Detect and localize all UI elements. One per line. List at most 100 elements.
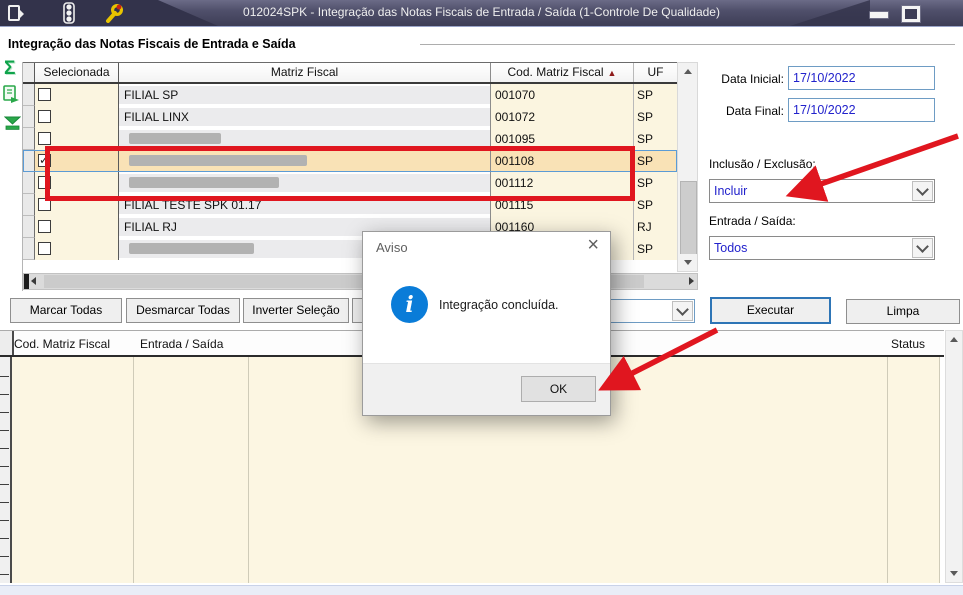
matriz-fiscal-cell: FILIAL SP: [119, 84, 491, 106]
row-indicator[interactable]: [23, 106, 35, 128]
matriz-fiscal-value: FILIAL LINX: [124, 110, 189, 124]
row-checkbox[interactable]: [38, 132, 51, 145]
row-indicator[interactable]: [23, 172, 35, 194]
entrada-saida-label: Entrada / Saída:: [709, 214, 796, 228]
column-header-selecionada[interactable]: Selecionada: [35, 63, 119, 82]
row-checkbox[interactable]: [38, 242, 51, 255]
matriz-fiscal-cell: FILIAL LINX: [119, 106, 491, 128]
row-indicator[interactable]: [23, 128, 35, 150]
selecionada-cell: [35, 172, 119, 194]
maximize-button[interactable]: [901, 5, 921, 23]
selecionada-cell: [35, 216, 119, 238]
matriz-fiscal-cell: [119, 172, 491, 194]
minimize-button[interactable]: [869, 11, 889, 19]
sum-icon[interactable]: Σ: [4, 58, 15, 80]
selecionada-cell: [35, 150, 119, 172]
column-divider: [939, 357, 940, 583]
table-row[interactable]: 001095 SP: [23, 128, 677, 150]
scroll-down-button[interactable]: [946, 565, 962, 582]
row-checkbox[interactable]: [38, 198, 51, 211]
column-header-cod-label: Cod. Matriz Fiscal: [507, 65, 604, 79]
column-header-entrada-saida[interactable]: Entrada / Saída: [140, 337, 223, 351]
column-header-status[interactable]: Status: [891, 337, 925, 351]
close-icon[interactable]: ×: [587, 234, 599, 257]
table-row[interactable]: FILIAL SP 001070 SP: [23, 84, 677, 106]
row-checkbox[interactable]: [38, 176, 51, 189]
redacted-text: [129, 243, 254, 254]
matriz-fiscal-cell: FILIAL TESTE SPK 01.17: [119, 194, 491, 216]
data-final-input[interactable]: 17/10/2022: [788, 98, 935, 122]
data-final-label: Data Final:: [725, 104, 784, 118]
row-checkbox[interactable]: [38, 153, 51, 167]
row-indicator[interactable]: [23, 150, 35, 172]
row-indicator[interactable]: [23, 84, 35, 106]
table-row[interactable]: 001112 SP: [23, 172, 677, 194]
bottom-scrollbar-strip[interactable]: [0, 585, 963, 595]
vertical-scrollbar[interactable]: [677, 62, 698, 272]
table-header-row: Selecionada Matriz Fiscal Cod. Matriz Fi…: [23, 62, 677, 84]
table-row[interactable]: FILIAL TESTE SPK 01.17 001115 SP: [23, 194, 677, 216]
row-checkbox[interactable]: [38, 88, 51, 101]
inclusao-exclusao-select[interactable]: Incluir: [709, 179, 935, 203]
matriz-fiscal-value: FILIAL SP: [124, 88, 179, 102]
marcar-todas-button[interactable]: Marcar Todas: [10, 298, 122, 323]
cod-matriz-cell: 001112: [491, 172, 634, 194]
column-divider: [133, 357, 134, 583]
matriz-fiscal-cell: [119, 128, 491, 150]
limpa-button[interactable]: Limpa: [846, 299, 960, 324]
header-gutter: [0, 331, 14, 355]
inverter-selecao-button[interactable]: Inverter Seleção: [243, 298, 349, 323]
column-header-cod-matriz[interactable]: Cod. Matriz Fiscal: [14, 337, 110, 351]
uf-cell: SP: [634, 172, 677, 194]
ok-button[interactable]: OK: [521, 376, 596, 402]
export-copy-icon[interactable]: [2, 85, 22, 108]
row-checkbox[interactable]: [38, 110, 51, 123]
scroll-up-button[interactable]: [946, 331, 962, 348]
matriz-fiscal-value: FILIAL RJ: [124, 220, 177, 234]
dropdown-button[interactable]: [912, 181, 933, 201]
inclusao-exclusao-value: Incluir: [714, 184, 748, 198]
scroll-down-button[interactable]: [678, 254, 697, 271]
desmarcar-todas-button[interactable]: Desmarcar Todas: [126, 298, 240, 323]
row-indicator[interactable]: [23, 194, 35, 216]
column-header-cod-matriz-fiscal[interactable]: Cod. Matriz Fiscal ▲: [491, 63, 634, 82]
dropdown-button[interactable]: [672, 301, 693, 321]
scroll-left-button[interactable]: [31, 277, 36, 285]
executar-button[interactable]: Executar: [710, 297, 831, 324]
selecionada-cell: [35, 106, 119, 128]
redacted-text: [129, 177, 279, 188]
uf-cell: SP: [634, 238, 677, 260]
entrada-saida-select[interactable]: Todos: [709, 236, 935, 260]
data-inicial-input[interactable]: 17/10/2022: [788, 66, 935, 90]
redacted-text: [129, 133, 221, 144]
cod-matriz-cell: 001115: [491, 194, 634, 216]
filter-down-icon[interactable]: [3, 115, 22, 135]
row-checkbox[interactable]: [38, 220, 51, 233]
scroll-up-button[interactable]: [678, 63, 697, 80]
column-header-uf[interactable]: UF: [634, 63, 677, 82]
scrollbar-thumb[interactable]: [680, 181, 697, 257]
table-row[interactable]: FILIAL LINX 001072 SP: [23, 106, 677, 128]
aviso-dialog: Aviso × i Integração concluída. OK: [362, 231, 611, 416]
title-bar: 012024SPK - Integração das Notas Fiscais…: [0, 0, 963, 27]
cod-matriz-cell: 001095: [491, 128, 634, 150]
redacted-text: [129, 155, 307, 166]
dropdown-button[interactable]: [912, 238, 933, 258]
row-indicator[interactable]: [23, 238, 35, 260]
matriz-fiscal-cell: [119, 150, 491, 172]
window-title: 012024SPK - Integração das Notas Fiscais…: [243, 5, 720, 19]
uf-cell: SP: [634, 106, 677, 128]
row-indicator[interactable]: [23, 216, 35, 238]
info-icon: i: [391, 286, 428, 323]
splitter-notch[interactable]: [24, 274, 29, 289]
app-window: 012024SPK - Integração das Notas Fiscais…: [0, 0, 963, 595]
vertical-scrollbar[interactable]: [945, 330, 963, 583]
column-header-matriz-fiscal[interactable]: Matriz Fiscal: [119, 63, 491, 82]
dialog-footer: OK: [363, 363, 610, 415]
dialog-title: Aviso: [376, 240, 408, 255]
table-row[interactable]: 001108SP: [23, 150, 677, 172]
matriz-fiscal-value: FILIAL TESTE SPK 01.17: [124, 198, 262, 212]
result-table-row-gutter: [0, 357, 12, 585]
scroll-right-button[interactable]: [689, 277, 694, 285]
cod-matriz-cell: 001070: [491, 84, 634, 106]
